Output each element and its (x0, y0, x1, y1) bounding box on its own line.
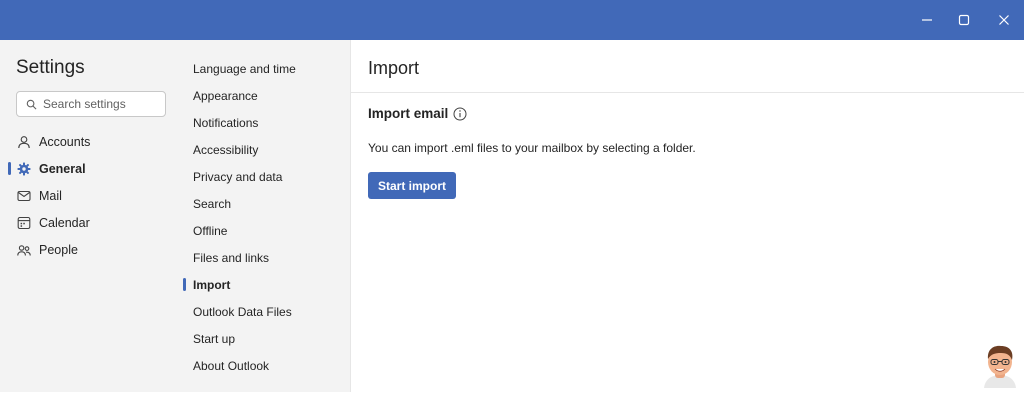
section-title: Import email (368, 106, 467, 121)
minimize-icon (922, 19, 932, 21)
subnav-item-accessibility[interactable]: Accessibility (182, 136, 351, 163)
search-icon (26, 99, 37, 109)
subnav-item-label: Files and links (193, 250, 270, 265)
subnav-item-label: About Outlook (193, 358, 270, 373)
subnav-item-notifications[interactable]: Notifications (182, 109, 351, 136)
section-title-text: Import email (368, 106, 449, 121)
page-header: Import (351, 40, 1024, 93)
sidebar-item-accounts[interactable]: Accounts (0, 128, 182, 155)
subnav-item-label: Accessibility (193, 142, 259, 157)
people-icon (17, 243, 31, 257)
settings-categories: Accounts General Mail Calendar People (0, 128, 182, 263)
subnav-item-privacy-and-data[interactable]: Privacy and data (182, 163, 351, 190)
subnav-item-label: Offline (193, 223, 228, 238)
subnav-item-label: Language and time (193, 61, 296, 76)
avatar-face-icon (984, 345, 1016, 388)
subnav-item-label: Privacy and data (193, 169, 283, 184)
subnav-item-label: Appearance (193, 88, 258, 103)
info-icon[interactable] (453, 107, 467, 121)
settings-title: Settings (16, 57, 85, 78)
main-content: Import Import email You can import .eml … (351, 40, 1024, 392)
search-input[interactable] (43, 97, 161, 111)
subnav-item-label: Import (193, 277, 231, 292)
sidebar-item-label: General (39, 161, 86, 176)
sidebar-item-general[interactable]: General (0, 155, 182, 182)
sidebar-item-people[interactable]: People (0, 236, 182, 263)
calendar-icon (17, 216, 31, 230)
minimize-button[interactable] (907, 0, 947, 40)
page-title: Import (368, 58, 420, 78)
subnav-item-label: Notifications (193, 115, 259, 130)
close-icon (999, 15, 1009, 25)
subnav-item-language-and-time[interactable]: Language and time (182, 55, 351, 82)
avatar (980, 344, 1020, 388)
subnav-item-label: Search (193, 196, 232, 211)
sidebar-item-label: Mail (39, 188, 62, 203)
subnav-item-appearance[interactable]: Appearance (182, 82, 351, 109)
mail-icon (17, 189, 31, 203)
gear-icon (17, 162, 31, 176)
subnav-item-search[interactable]: Search (182, 190, 351, 217)
subnav-item-outlook-data-files[interactable]: Outlook Data Files (182, 298, 351, 325)
maximize-button[interactable] (944, 0, 984, 40)
import-description: You can import .eml files to your mailbo… (368, 141, 696, 155)
subnav-item-import[interactable]: Import (182, 271, 351, 298)
maximize-icon (958, 14, 970, 26)
sidebar-item-calendar[interactable]: Calendar (0, 209, 182, 236)
subnav-item-about-outlook[interactable]: About Outlook (182, 352, 351, 379)
sidebar-item-label: People (39, 242, 78, 257)
start-import-button[interactable]: Start import (368, 172, 456, 199)
sidebar-item-label: Calendar (39, 215, 90, 230)
subnav-item-label: Outlook Data Files (193, 304, 292, 319)
sidebar-item-mail[interactable]: Mail (0, 182, 182, 209)
sidebar-item-label: Accounts (39, 134, 91, 149)
title-bar (0, 0, 1024, 40)
close-button[interactable] (984, 0, 1024, 40)
subnav-item-offline[interactable]: Offline (182, 217, 351, 244)
general-subnav: Language and time Appearance Notificatio… (182, 40, 351, 392)
subnav-item-label: Start up (193, 331, 236, 346)
search-box[interactable] (16, 91, 166, 117)
subnav-item-files-and-links[interactable]: Files and links (182, 244, 351, 271)
settings-sidebar: Settings Accounts (0, 40, 182, 392)
person-icon (17, 135, 31, 149)
subnav-item-start-up[interactable]: Start up (182, 325, 351, 352)
